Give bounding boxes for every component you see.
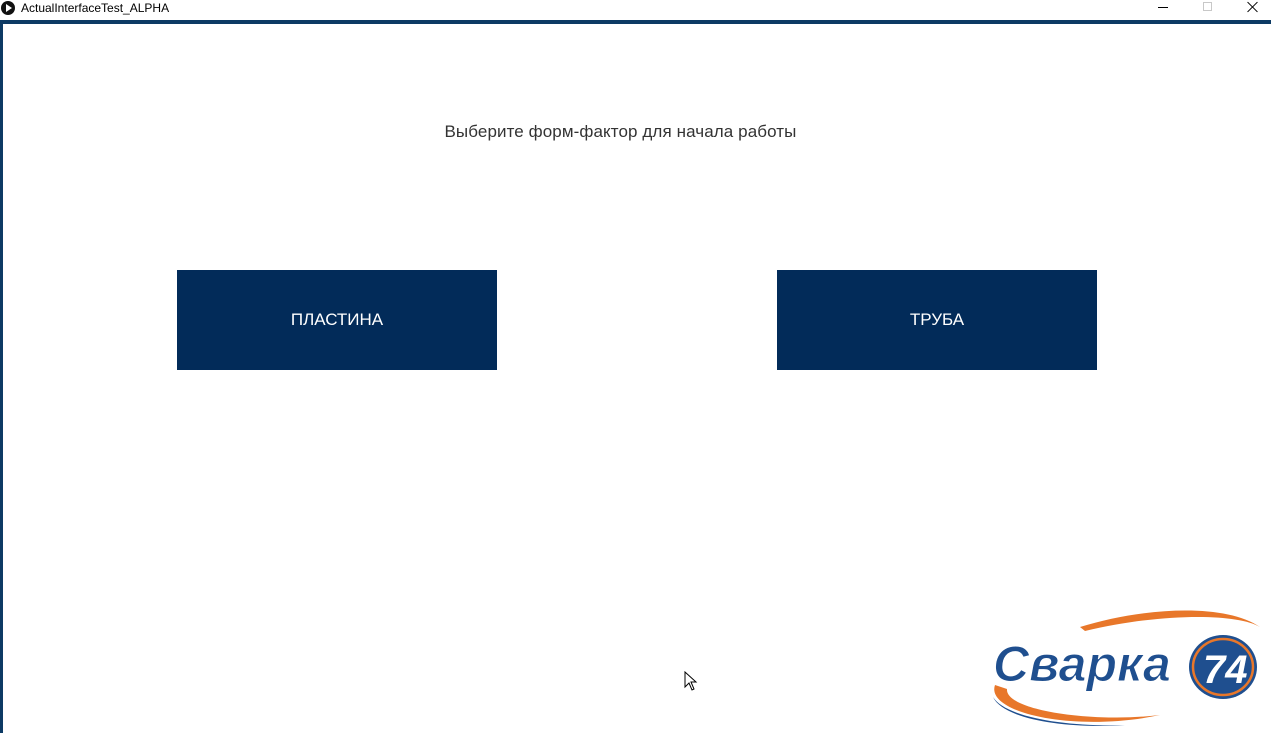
close-icon [1247,1,1259,13]
maximize-button[interactable] [1185,0,1231,18]
page-title: Выберите форм-фактор для начала работы [444,122,797,141]
minimize-button[interactable] [1140,0,1186,18]
app-icon [1,1,15,15]
maximize-icon [1203,2,1212,11]
window-title: ActualInterfaceTest_ALPHA [21,1,170,15]
company-logo: Сварка 74 [993,610,1260,726]
close-button[interactable] [1230,0,1271,18]
title-bar: ActualInterfaceTest_ALPHA [0,0,1271,20]
app-window: ActualInterfaceTest_ALPHA Выберите форм-… [0,0,1271,733]
mouse-cursor-icon [684,671,698,691]
minimize-icon [1158,7,1168,8]
window-frame-top [0,20,1271,24]
pipe-button[interactable]: ТРУБА [777,270,1097,370]
logo-swoosh-top [1080,610,1260,631]
logo-wordmark: Сварка [993,636,1171,692]
logo-badge-number: 74 [1203,648,1248,692]
plate-button[interactable]: ПЛАСТИНА [177,270,497,370]
